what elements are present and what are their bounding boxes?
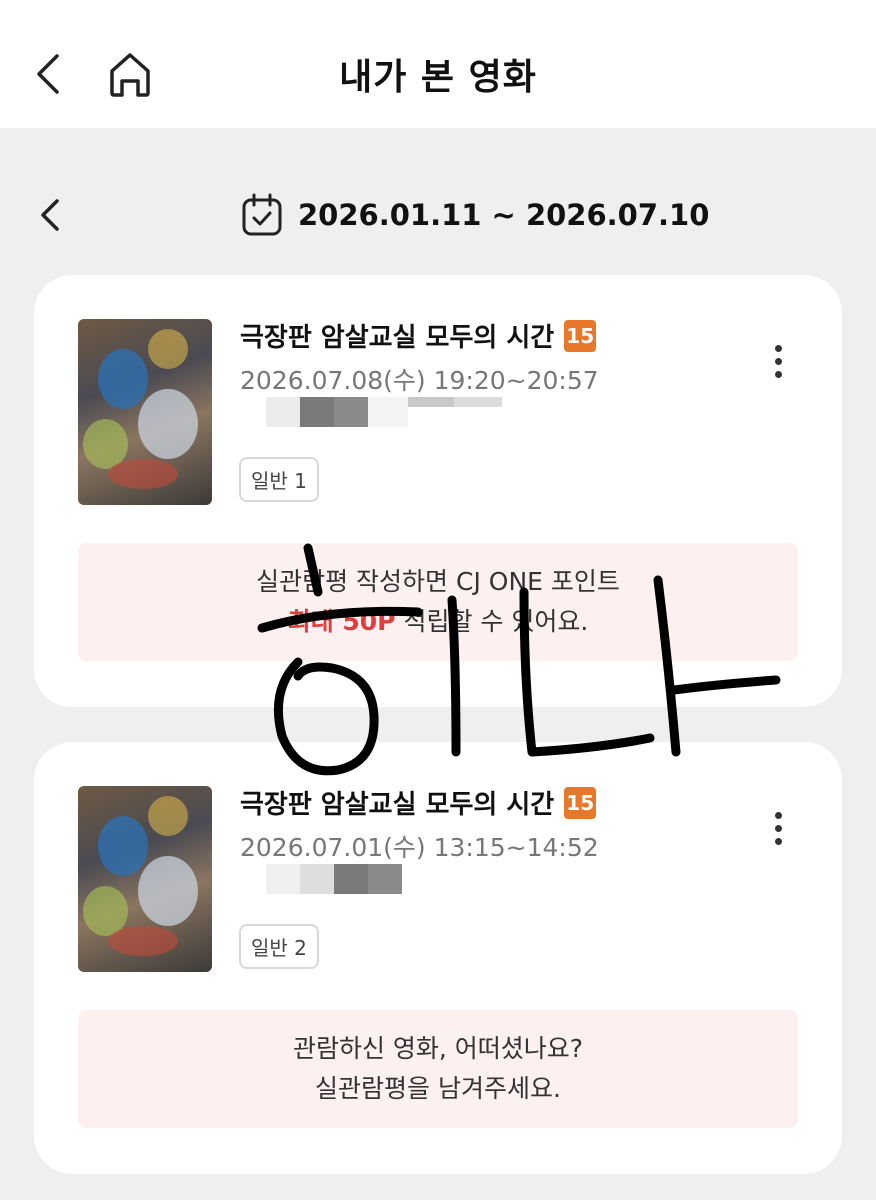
promo-line-1: 관람하신 영화, 어떠셨나요? (292, 1034, 584, 1063)
chevron-left-icon (41, 199, 59, 231)
page-title: 내가 본 영화 (339, 57, 537, 98)
age-rating-badge: 15 (564, 319, 597, 352)
promo-line-2: 최대 50P 적립할 수 있어요. (78, 602, 798, 642)
review-promo-banner[interactable]: 실관람평 작성하면 CJ ONE 포인트 최대 50P 적립할 수 있어요. (78, 543, 798, 661)
promo-line-1: 실관람평 작성하면 CJ ONE 포인트 (256, 567, 620, 596)
movie-title: 극장판 암살교실 모두의 시간 15 (240, 784, 597, 821)
previous-period-button[interactable] (30, 192, 70, 238)
movie-history-card[interactable]: 극장판 암살교실 모두의 시간 15 2026.07.01(수) 13:15~1… (34, 742, 842, 1174)
date-range-selector[interactable]: 2026.01.11 ~ 2026.07.10 (240, 190, 709, 240)
more-options-button[interactable] (760, 339, 796, 383)
showtime: 2026.07.01(수) 13:15~14:52 (240, 833, 599, 862)
promo-line-2-rest: 적립할 수 있어요. (395, 607, 589, 636)
more-vertical-icon (774, 811, 782, 819)
movie-poster (78, 786, 212, 972)
date-filter-row: 2026.01.11 ~ 2026.07.10 (0, 180, 876, 250)
promo-highlight: 최대 50P (287, 607, 396, 636)
movie-title: 극장판 암살교실 모두의 시간 15 (240, 317, 597, 354)
seat-type-tag: 일반 1 (239, 457, 319, 502)
review-promo-banner[interactable]: 관람하신 영화, 어떠셨나요? 실관람평을 남겨주세요. (78, 1010, 798, 1128)
date-range-text: 2026.01.11 ~ 2026.07.10 (298, 198, 710, 232)
calendar-check-icon (242, 193, 282, 236)
blurred-theater-info (266, 864, 402, 894)
movie-history-card[interactable]: 극장판 암살교실 모두의 시간 15 2026.07.08(수) 19:20~2… (34, 275, 842, 707)
movie-title-text: 극장판 암살교실 모두의 시간 (240, 323, 555, 353)
seat-type-tag: 일반 2 (239, 924, 319, 969)
movie-title-text: 극장판 암살교실 모두의 시간 (240, 790, 555, 820)
more-options-button[interactable] (760, 806, 796, 850)
more-vertical-icon (774, 344, 782, 352)
blurred-theater-info (266, 397, 502, 427)
top-bar: 내가 본 영화 (0, 0, 876, 128)
age-rating-badge: 15 (564, 786, 597, 819)
promo-line-2: 실관람평을 남겨주세요. (315, 1074, 561, 1103)
showtime: 2026.07.08(수) 19:20~20:57 (240, 366, 599, 395)
movie-poster (78, 319, 212, 505)
